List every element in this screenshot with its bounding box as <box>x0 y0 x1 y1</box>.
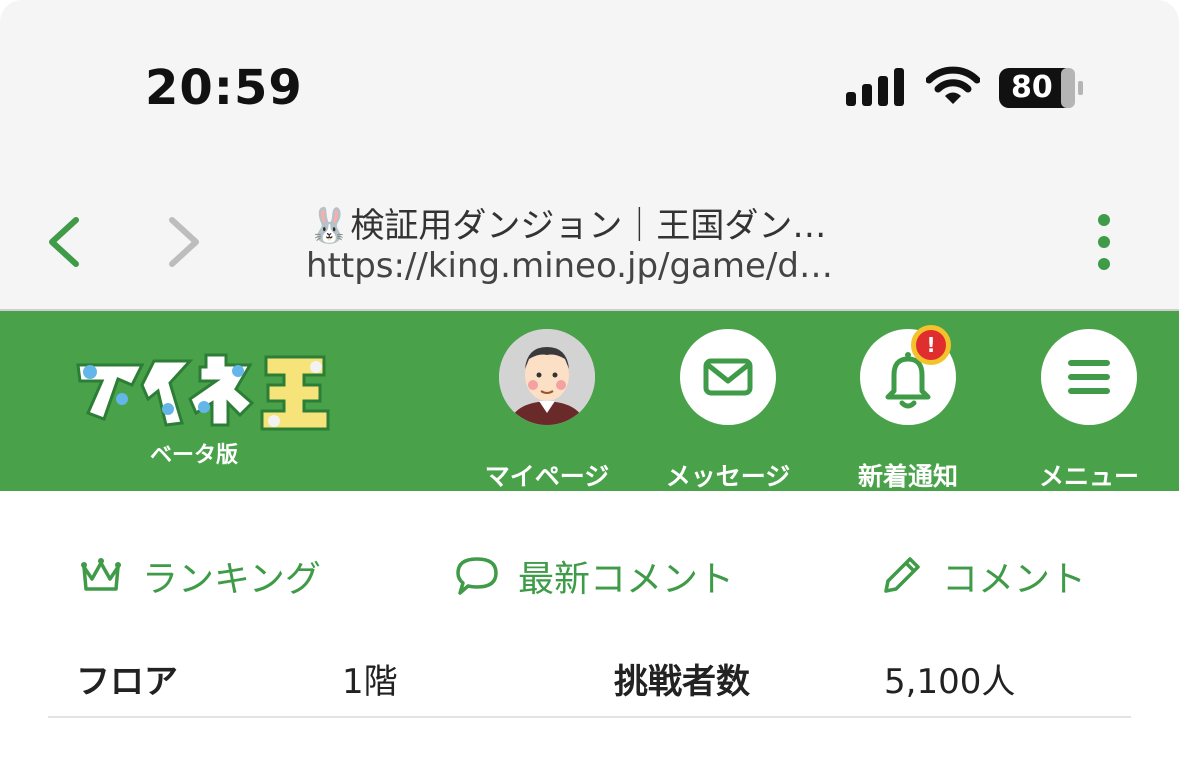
floor-label: フロア <box>76 662 178 702</box>
tab-ranking[interactable]: ランキング <box>78 550 321 602</box>
battery-level: 80 <box>1011 70 1053 105</box>
signal-icon <box>846 68 904 106</box>
message-label: メッセージ <box>665 462 791 491</box>
battery-icon: 80 <box>999 68 1083 108</box>
message-circle <box>680 329 776 425</box>
menu-button[interactable]: メニュー <box>1024 329 1154 491</box>
page-title[interactable]: 🐰検証用ダンジョン｜王国ダン… <box>308 198 888 247</box>
message-button[interactable]: メッセージ <box>663 329 793 491</box>
site-logo[interactable] <box>70 339 332 435</box>
menu-icon <box>1068 360 1110 394</box>
menu-circle <box>1041 329 1137 425</box>
url-bar[interactable]: https://king.mineo.jp/game/d… <box>306 246 886 286</box>
crown-icon <box>81 558 121 591</box>
mypage-label: マイページ <box>484 462 610 491</box>
challengers-value: 5,100人 <box>884 662 1016 702</box>
tab-comment-label: コメント <box>942 559 1087 600</box>
tab-latest-comments[interactable]: 最新コメント <box>454 550 734 602</box>
tab-ranking-label: ランキング <box>142 559 321 600</box>
back-icon[interactable] <box>38 210 90 274</box>
beta-label: ベータ版 <box>150 443 239 468</box>
mypage-button[interactable]: マイページ <box>482 329 612 491</box>
avatar[interactable] <box>499 329 595 425</box>
more-icon[interactable] <box>1086 210 1122 274</box>
challengers-label: 挑戦者数 <box>614 662 750 702</box>
status-time: 20:59 <box>145 60 303 116</box>
pencil-icon <box>884 557 920 593</box>
info-divider <box>48 716 1131 718</box>
floor-value: 1階 <box>342 662 398 702</box>
speech-bubble-icon <box>456 557 498 595</box>
forward-icon[interactable] <box>158 210 210 274</box>
tab-comment[interactable]: コメント <box>878 550 1086 602</box>
menu-label: メニュー <box>1038 462 1139 491</box>
tab-latest-comments-label: 最新コメント <box>518 559 735 600</box>
notification-badge: ! <box>911 325 951 365</box>
site-header: ベータ版 マイページ メッセージ ! 新着通知 メニュー <box>0 311 1179 491</box>
notifications-button[interactable]: ! 新着通知 <box>843 325 973 491</box>
mail-icon <box>703 358 753 396</box>
notifications-label: 新着通知 <box>857 462 958 491</box>
wifi-icon <box>926 66 980 104</box>
browser-chrome: 20:59 80 🐰検証用ダンジョン｜王国ダン… https://king.mi… <box>0 0 1179 310</box>
